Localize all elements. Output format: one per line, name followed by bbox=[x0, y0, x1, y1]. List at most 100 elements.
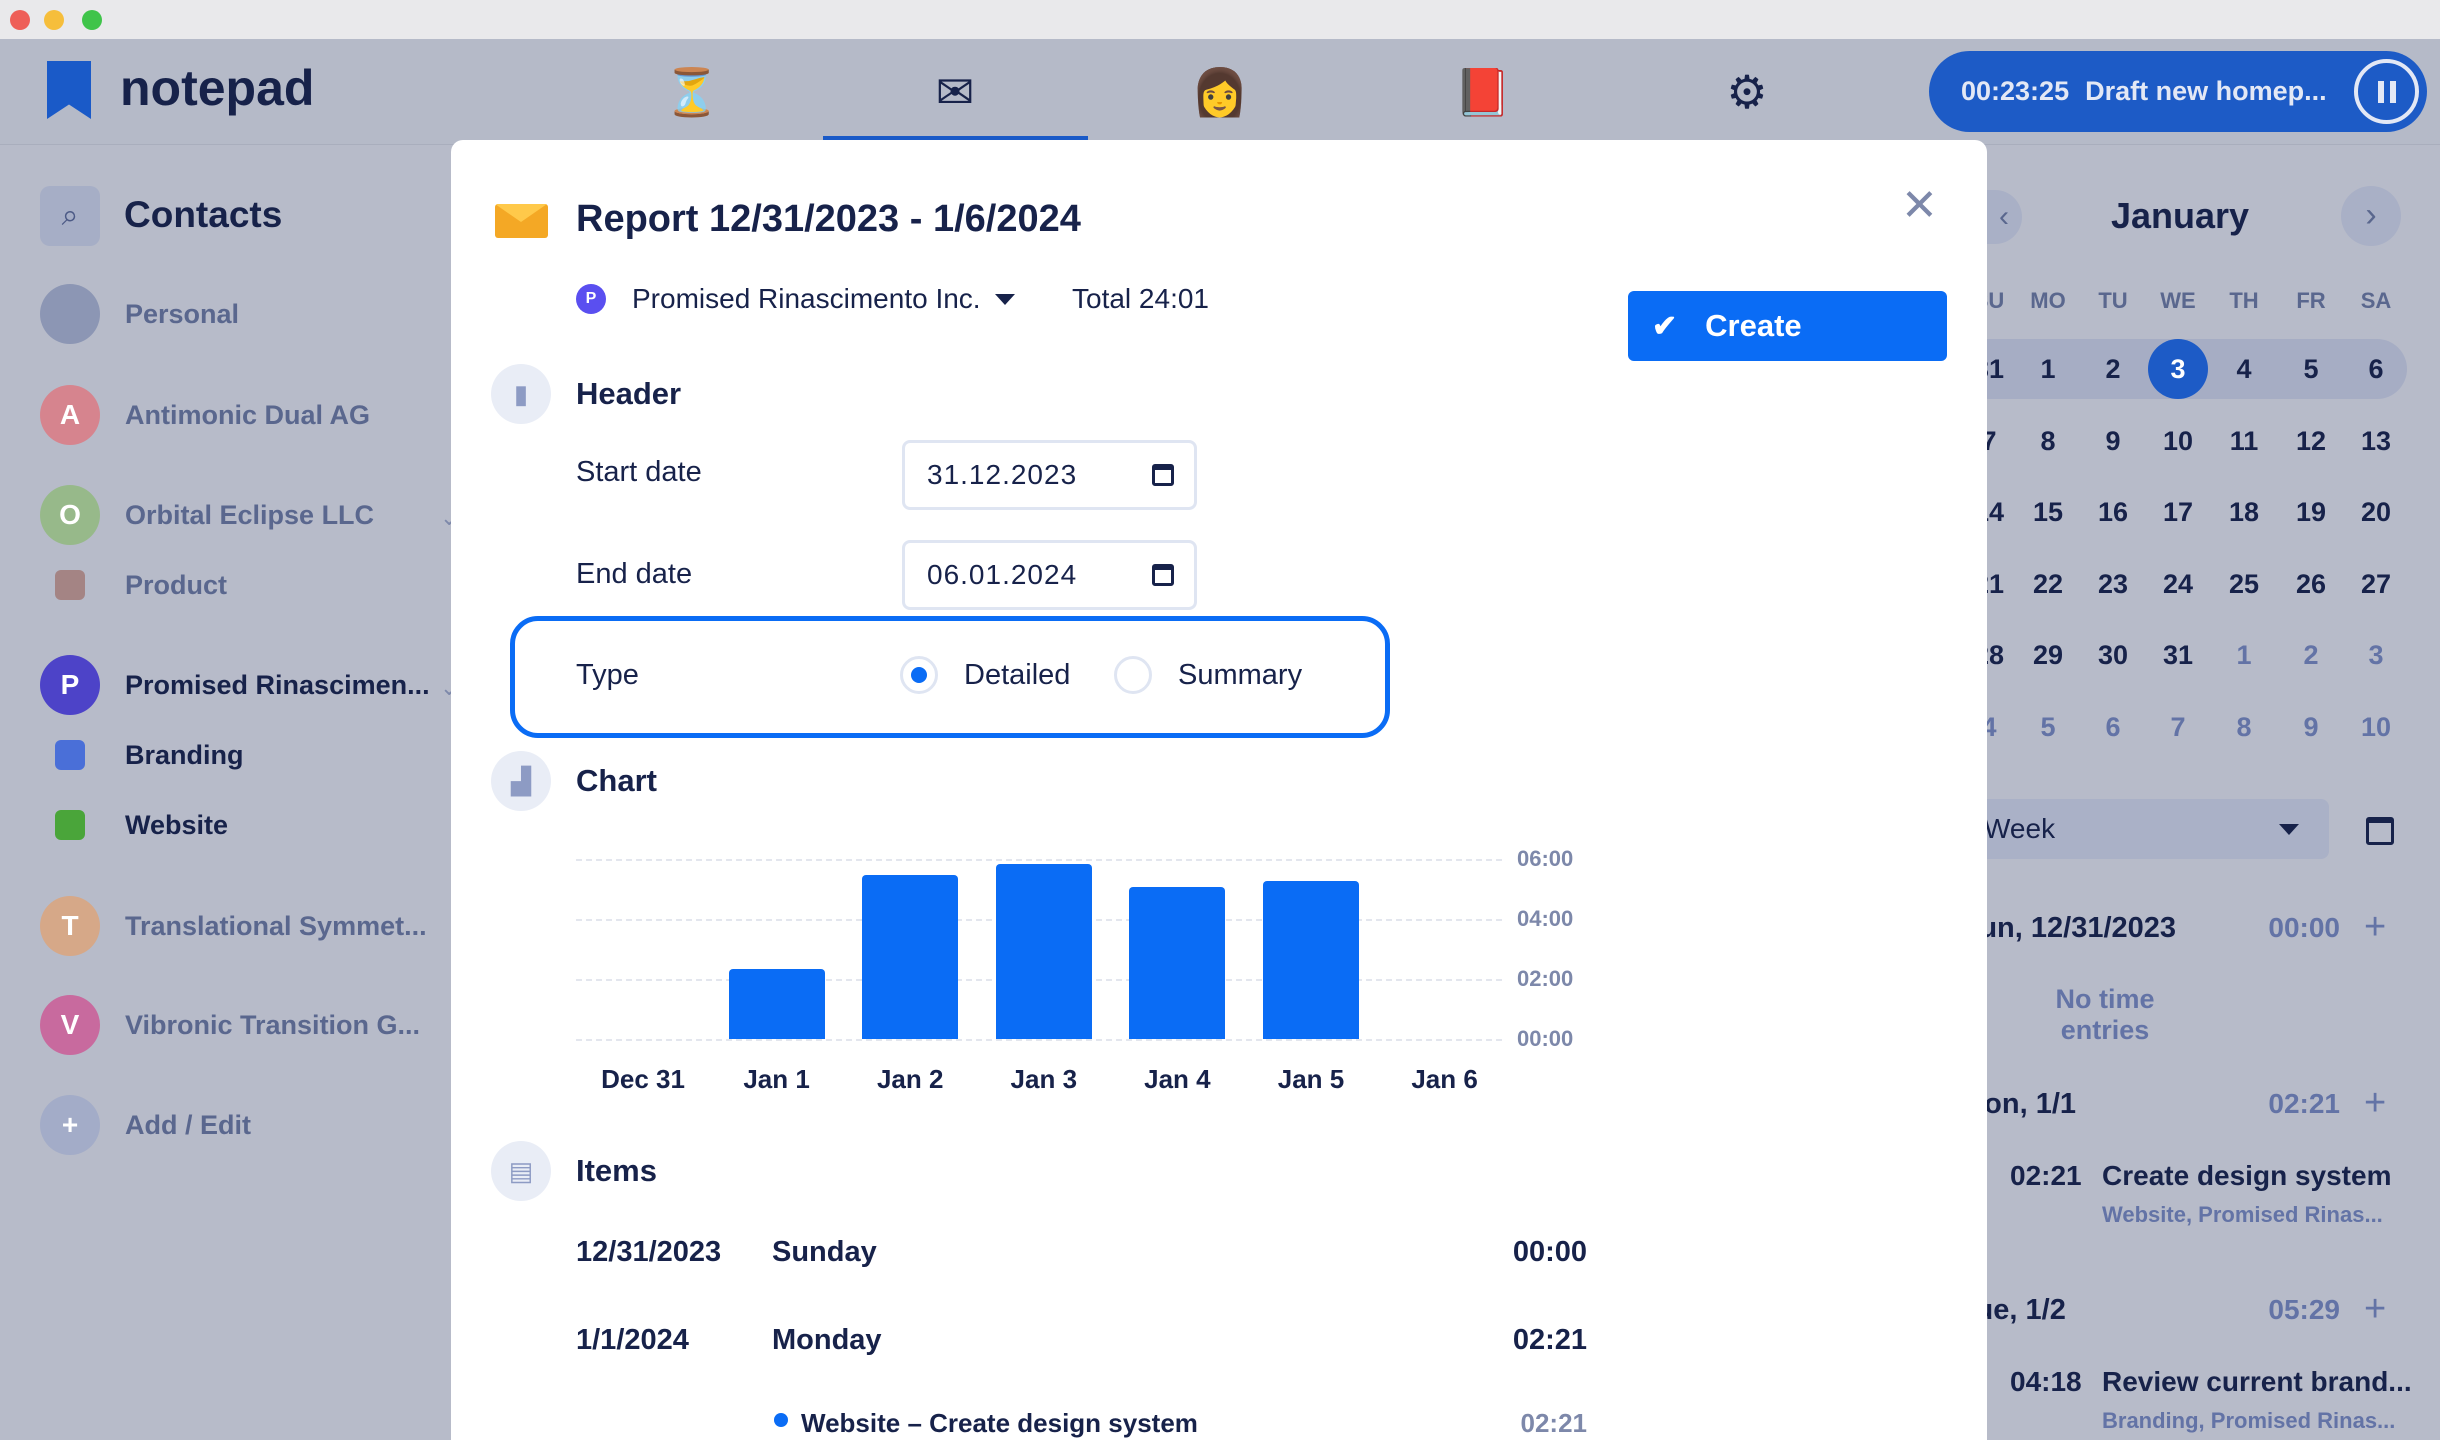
calendar-day[interactable]: 16 bbox=[2083, 482, 2143, 542]
calendar-day[interactable]: 3 bbox=[2346, 625, 2406, 685]
calendar-day[interactable]: 11 bbox=[2214, 411, 2274, 471]
x-tick-label: Jan 6 bbox=[1411, 1064, 1478, 1094]
calendar-day[interactable]: 6 bbox=[2083, 697, 2143, 757]
pause-button[interactable] bbox=[2354, 59, 2419, 124]
weekday-header: WE bbox=[2160, 288, 2196, 313]
gridline bbox=[576, 859, 1502, 861]
timer-task: Draft new homep... bbox=[2085, 76, 2327, 106]
calendar-day[interactable]: 5 bbox=[2281, 339, 2341, 399]
calendar-day[interactable]: 6 bbox=[2346, 339, 2406, 399]
sidebar-item[interactable]: Branding bbox=[40, 725, 244, 785]
sidebar-item-label: Product bbox=[125, 569, 228, 600]
gear-icon[interactable]: ⚙ bbox=[1717, 62, 1777, 122]
calendar-day[interactable]: 3 bbox=[2148, 339, 2208, 399]
sidebar-item[interactable]: V Vibronic Transition G... bbox=[40, 995, 420, 1055]
search-icon[interactable]: ⌕ bbox=[40, 186, 100, 246]
sub-item-text: Website – Create design system bbox=[801, 1408, 1198, 1438]
timer-pill[interactable]: 00:23:25 Draft new homep... bbox=[1929, 51, 2427, 132]
sidebar-item[interactable]: T Translational Symmet... bbox=[40, 896, 427, 956]
calendar-day[interactable]: 19 bbox=[2281, 482, 2341, 542]
calendar-day[interactable]: 9 bbox=[2281, 697, 2341, 757]
sidebar-item[interactable]: Website bbox=[40, 795, 228, 855]
chart-bar[interactable] bbox=[862, 874, 959, 1039]
chart-bar[interactable] bbox=[1129, 886, 1226, 1039]
item-date: 1/1/2024 bbox=[576, 1324, 689, 1356]
x-tick-label: Dec 31 bbox=[601, 1064, 685, 1094]
book-icon[interactable]: 📕 bbox=[1453, 62, 1513, 122]
avatar-icon[interactable]: 👩 bbox=[1190, 62, 1250, 122]
add-entry-icon[interactable]: + bbox=[2364, 1288, 2386, 1331]
calendar-day[interactable]: 30 bbox=[2083, 625, 2143, 685]
calendar-day[interactable]: 2 bbox=[2281, 625, 2341, 685]
contact-avatar: V bbox=[40, 995, 100, 1055]
entry-time: 04:18 bbox=[2010, 1366, 2082, 1397]
calendar-day[interactable]: 8 bbox=[2214, 697, 2274, 757]
calendar-day[interactable]: 25 bbox=[2214, 554, 2274, 614]
y-tick-label: 02:00 bbox=[1517, 966, 1574, 991]
item-date: 12/31/2023 bbox=[576, 1236, 722, 1268]
sidebar-item-label: Personal bbox=[125, 298, 240, 329]
calendar-day[interactable]: 12 bbox=[2281, 411, 2341, 471]
sidebar-item[interactable]: Product bbox=[40, 555, 227, 615]
entry-title[interactable]: Review current brand... bbox=[2102, 1366, 2412, 1398]
day-label: Sun, 12/31/2023 bbox=[1960, 912, 2177, 944]
chart-bar[interactable] bbox=[1263, 880, 1359, 1039]
sidebar-item-label: Website bbox=[125, 809, 229, 840]
calendar-day[interactable]: 1 bbox=[2018, 339, 2078, 399]
sidebar-item[interactable]: P Promised Rinascimen... bbox=[40, 655, 430, 715]
item-total: 00:00 bbox=[1512, 1236, 1587, 1268]
calendar-day[interactable]: 10 bbox=[2346, 697, 2406, 757]
calendar-day[interactable]: 20 bbox=[2346, 482, 2406, 542]
sidebar-item[interactable]: A Antimonic Dual AG bbox=[40, 385, 370, 445]
weekday-header: TU bbox=[2098, 288, 2128, 313]
calendar-day[interactable]: 13 bbox=[2346, 411, 2406, 471]
calendar-day[interactable]: 27 bbox=[2346, 554, 2406, 614]
calendar-day[interactable]: 9 bbox=[2083, 411, 2143, 471]
contact-avatar: P bbox=[40, 655, 100, 715]
zoom-window-button[interactable] bbox=[82, 10, 102, 30]
entry-title[interactable]: Create design system bbox=[2102, 1160, 2391, 1192]
envelope-icon[interactable]: ✉ bbox=[925, 62, 985, 122]
nav-glyph: 📕 bbox=[1454, 65, 1512, 118]
calendar-icon[interactable] bbox=[2366, 817, 2394, 845]
calendar-day[interactable]: 22 bbox=[2018, 554, 2078, 614]
chart-bar[interactable] bbox=[728, 968, 825, 1039]
entry-subtitle: Branding, Promised Rinas... bbox=[2102, 1408, 2396, 1433]
sidebar-item[interactable]: O Orbital Eclipse LLC bbox=[40, 485, 374, 545]
add-entry-icon[interactable]: + bbox=[2364, 906, 2386, 949]
contact-avatar bbox=[40, 284, 100, 344]
chart-bar[interactable] bbox=[995, 864, 1092, 1039]
x-tick-label: Jan 2 bbox=[876, 1064, 944, 1094]
minimize-window-button[interactable] bbox=[44, 10, 64, 30]
calendar-day[interactable]: 29 bbox=[2018, 625, 2078, 685]
calendar-day[interactable]: 1 bbox=[2214, 625, 2274, 685]
calendar-day[interactable]: 15 bbox=[2018, 482, 2078, 542]
calendar-day[interactable]: 31 bbox=[2148, 625, 2208, 685]
report-modal: Report 12/31/2023 - 1/6/2024 ✕ P Promise… bbox=[451, 140, 1987, 1440]
close-window-button[interactable] bbox=[10, 10, 30, 30]
calendar-day[interactable]: 23 bbox=[2083, 554, 2143, 614]
calendar-day[interactable]: 26 bbox=[2281, 554, 2341, 614]
sidebar-item-label: Translational Symmet... bbox=[125, 910, 427, 941]
calendar-day[interactable]: 10 bbox=[2148, 411, 2208, 471]
next-month-button[interactable]: › bbox=[2341, 186, 2401, 246]
calendar-day[interactable]: 18 bbox=[2214, 482, 2274, 542]
calendar-day[interactable]: 8 bbox=[2018, 411, 2078, 471]
calendar-day[interactable]: 5 bbox=[2018, 697, 2078, 757]
calendar-day[interactable]: 4 bbox=[2214, 339, 2274, 399]
hourglass-icon[interactable]: ⏳ bbox=[662, 62, 722, 122]
sidebar-item[interactable]: + Add / Edit bbox=[40, 1095, 251, 1155]
calendar-day[interactable]: 24 bbox=[2148, 554, 2208, 614]
y-tick-label: 00:00 bbox=[1517, 1026, 1574, 1051]
report-chart: 00:00 02:00 04:00 06:00 Dec 31 Jan 1 Jan 2 Jan … bbox=[451, 140, 1987, 1140]
calendar-day[interactable]: 7 bbox=[2148, 697, 2208, 757]
sidebar-item[interactable]: Personal bbox=[40, 284, 239, 344]
view-select[interactable]: Week bbox=[1960, 799, 2329, 859]
chevron-down-icon bbox=[2279, 823, 2299, 835]
add-entry-icon[interactable]: + bbox=[2364, 1082, 2386, 1125]
contact-avatar: O bbox=[40, 485, 100, 545]
prev-month-button[interactable]: ‹ bbox=[1986, 190, 2022, 244]
calendar-day[interactable]: 17 bbox=[2148, 482, 2208, 542]
calendar-day[interactable]: 2 bbox=[2083, 339, 2143, 399]
window-titlebar bbox=[0, 0, 2440, 39]
